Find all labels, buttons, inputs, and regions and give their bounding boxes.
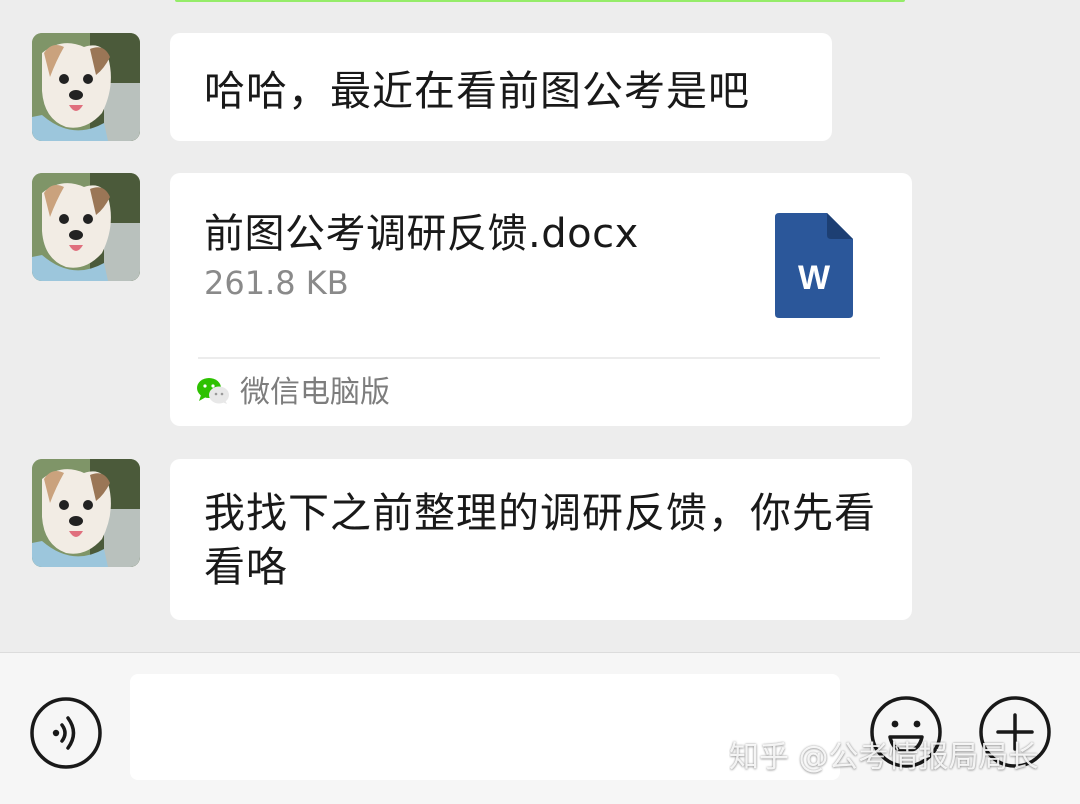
file-name: 前图公考调研反馈.docx (204, 211, 639, 257)
dog-avatar-icon (32, 459, 140, 567)
file-card-divider (198, 357, 880, 359)
file-message-card[interactable]: 前图公考调研反馈.docx 261.8 KB W 微信电脑版 (170, 173, 912, 426)
message-text: 我找下之前整理的调研反馈，你先看看咯 (204, 489, 876, 591)
wechat-logo-icon (197, 378, 229, 404)
file-size: 261.8 KB (204, 264, 349, 302)
contact-avatar[interactable] (32, 33, 140, 141)
message-bubble-text[interactable]: 我找下之前整理的调研反馈，你先看看咯 (170, 459, 912, 620)
word-icon-letter: W (798, 259, 831, 297)
dog-avatar-icon (32, 173, 140, 281)
contact-avatar[interactable] (32, 173, 140, 281)
previous-message-bubble-edge (175, 0, 905, 2)
message-bubble-text[interactable]: 哈哈，最近在看前图公考是吧 (170, 33, 832, 141)
file-source-label: 微信电脑版 (240, 375, 390, 410)
dog-avatar-icon (32, 33, 140, 141)
chat-input-bar (0, 652, 1080, 804)
message-text: 哈哈，最近在看前图公考是吧 (204, 67, 750, 115)
contact-avatar[interactable] (32, 459, 140, 567)
voice-icon[interactable] (29, 696, 103, 770)
zhihu-watermark: 知乎 @公考情报局局长 (729, 740, 1039, 775)
word-document-icon: W (775, 213, 853, 318)
